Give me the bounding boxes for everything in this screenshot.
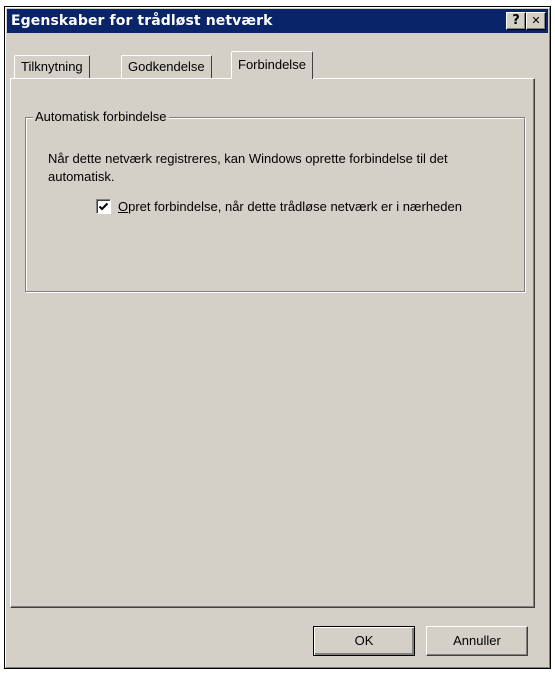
- auto-connect-label[interactable]: Opret forbindelse, når dette trådløse ne…: [118, 198, 498, 216]
- mnemonic-letter: O: [118, 199, 129, 214]
- help-button[interactable]: ?: [506, 12, 526, 30]
- ok-button[interactable]: OK: [313, 626, 415, 656]
- tab-godkendelse[interactable]: Godkendelse: [121, 55, 212, 79]
- title-bar[interactable]: Egenskaber for trådløst netværk ? ✕: [7, 9, 548, 33]
- group-legend: Automatisk forbindelse: [33, 109, 169, 125]
- label-rest: pret forbindelse, når dette trådløse net…: [128, 199, 462, 214]
- tab-forbindelse[interactable]: Forbindelse: [231, 51, 313, 81]
- close-icon: ✕: [531, 14, 541, 27]
- help-icon: ?: [512, 13, 520, 28]
- cancel-button[interactable]: Annuller: [426, 626, 528, 656]
- window-title: Egenskaber for trådløst netværk: [11, 13, 273, 29]
- tab-tilknytning[interactable]: Tilknytning: [14, 55, 90, 79]
- checkmark-icon: [98, 202, 109, 211]
- auto-connect-checkbox[interactable]: [96, 199, 111, 214]
- group-description: Når dette netværk registreres, kan Windo…: [48, 151, 448, 184]
- close-button[interactable]: ✕: [526, 12, 546, 30]
